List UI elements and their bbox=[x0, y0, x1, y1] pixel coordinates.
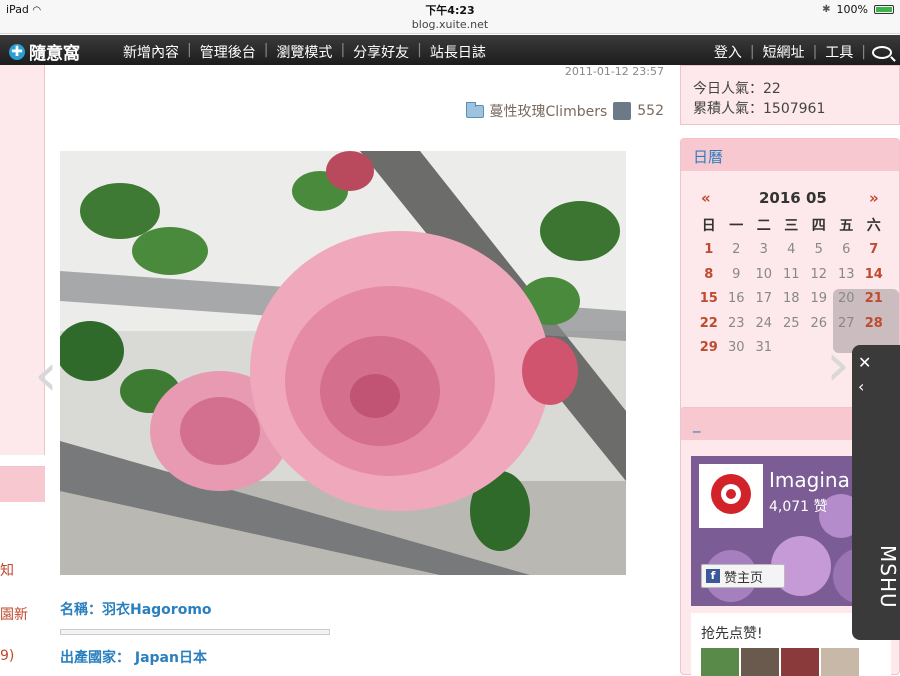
calendar-prev-button[interactable]: « bbox=[701, 189, 711, 207]
left-fragment-1[interactable]: 知 bbox=[0, 560, 14, 580]
tools-link[interactable]: 工具 bbox=[817, 42, 861, 62]
address-bar[interactable]: blog.xuite.net bbox=[0, 18, 900, 31]
ios-status-bar: iPad ◠ 下午4:23 blog.xuite.net ✱ 100% bbox=[0, 0, 900, 34]
nav-share[interactable]: 分享好友 bbox=[345, 42, 417, 62]
avatar[interactable] bbox=[741, 648, 779, 676]
prev-arrow-icon[interactable]: ‹ bbox=[34, 340, 58, 410]
calendar-week[interactable]: 22 23 24 25 26 27 28 bbox=[695, 311, 895, 336]
logo-text: 隨意窩 bbox=[29, 44, 80, 64]
nav-admin[interactable]: 管理後台 bbox=[192, 42, 264, 62]
page-likes: 4,071 赞 bbox=[769, 499, 828, 515]
divider-bar bbox=[60, 629, 330, 635]
facebook-icon: f bbox=[706, 569, 720, 583]
calendar-next-button[interactable]: » bbox=[869, 189, 879, 207]
nav-site-log[interactable]: 站長日誌 bbox=[422, 42, 494, 62]
nav-new-content[interactable]: 新增內容 bbox=[115, 42, 187, 62]
calendar-title: 2016 05 bbox=[759, 189, 827, 207]
short-url-link[interactable]: 短網址 bbox=[755, 42, 813, 62]
calendar-grid: 日一二三四五六 1234567 8 9 10 11 12 13 14 15 16 17 18 19 2… bbox=[695, 213, 895, 360]
avatar[interactable] bbox=[701, 648, 739, 676]
site-topbar: ✚ 隨意窩 新增內容 | 管理後台 | 瀏覽模式 | 分享好友 | 站長日誌 登入 | 短… bbox=[0, 35, 900, 65]
field-name: 名稱：羽衣Hagoromo bbox=[60, 602, 212, 618]
battery-icon bbox=[874, 5, 894, 14]
stats-box: 今日人氣：22 累積人氣：1507961 bbox=[680, 65, 900, 125]
post-date: 2011-01-12 23:57 bbox=[564, 65, 664, 78]
avatar[interactable] bbox=[821, 648, 859, 676]
left-fragment-3: 9) bbox=[0, 648, 15, 664]
rose-photo[interactable] bbox=[60, 151, 626, 575]
avatar[interactable] bbox=[781, 648, 819, 676]
search-icon[interactable] bbox=[872, 45, 892, 59]
clock: 下午4:23 bbox=[425, 4, 475, 17]
page-name[interactable]: Imagina bbox=[769, 468, 850, 492]
views-icon bbox=[613, 102, 632, 120]
post-content: 2011-01-12 23:57 蔓性玫瑰Climbers 552 名稱：羽衣H… bbox=[45, 65, 678, 675]
battery-percent: 100% bbox=[836, 3, 868, 16]
close-icon[interactable]: ✕ bbox=[858, 353, 871, 372]
side-panel-label: MSHU bbox=[876, 545, 900, 609]
status-right: ✱ 100% bbox=[822, 3, 894, 16]
stat-today: 今日人氣：22 bbox=[693, 81, 781, 97]
field-country: 出產國家： Japan日本 bbox=[60, 650, 207, 666]
right-nav: 登入 | 短網址 | 工具 | bbox=[706, 42, 892, 62]
like-page-button[interactable]: f 赞主页 bbox=[701, 564, 785, 588]
stat-total: 累積人氣：1507961 bbox=[693, 101, 826, 117]
site-logo[interactable]: ✚ 隨意窩 bbox=[9, 39, 80, 64]
page-logo bbox=[699, 464, 763, 528]
weekday-row: 日一二三四五六 bbox=[701, 218, 881, 235]
plus-icon: ✚ bbox=[9, 43, 25, 60]
back-icon[interactable]: ‹ bbox=[858, 377, 864, 396]
post-meta: 蔓性玫瑰Climbers 552 bbox=[465, 101, 664, 121]
calendar-header: 日曆 bbox=[681, 139, 899, 171]
first-like-text: 抢先点赞! bbox=[701, 626, 763, 642]
folder-icon bbox=[465, 101, 484, 118]
friend-avatars bbox=[701, 648, 859, 676]
view-count: 552 bbox=[637, 103, 664, 119]
calendar-week[interactable]: 1234567 bbox=[695, 238, 895, 263]
category-link[interactable]: 蔓性玫瑰Climbers bbox=[490, 101, 608, 121]
nav-browse-mode[interactable]: 瀏覽模式 bbox=[268, 42, 340, 62]
next-arrow-icon[interactable]: › bbox=[826, 330, 850, 400]
calendar-week[interactable]: 8 9 10 11 12 13 14 bbox=[695, 262, 895, 287]
side-panel: ✕ ‹ MSHU bbox=[852, 345, 900, 640]
login-link[interactable]: 登入 bbox=[706, 42, 750, 62]
bluetooth-icon: ✱ bbox=[822, 4, 831, 15]
main-nav: 新增內容 | 管理後台 | 瀏覽模式 | 分享好友 | 站長日誌 bbox=[115, 42, 494, 62]
calendar-week[interactable]: 15 16 17 18 19 20 21 bbox=[695, 287, 895, 312]
left-fragment-2[interactable]: 園新 bbox=[0, 604, 28, 624]
